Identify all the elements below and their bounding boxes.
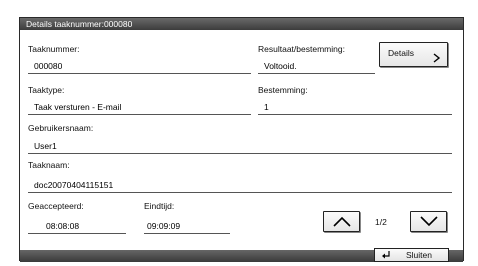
- close-button-label: Sluiten: [406, 250, 432, 260]
- chevron-up-icon: [332, 216, 351, 227]
- end-time-underline: [144, 233, 230, 234]
- user-name-value: User1: [34, 141, 57, 151]
- user-name-label: Gebruikersnaam:: [28, 123, 94, 133]
- page-up-button[interactable]: [323, 211, 360, 232]
- destination-underline: [258, 114, 452, 115]
- page-indicator: 1/2: [375, 217, 387, 227]
- details-button[interactable]: Details: [379, 42, 448, 67]
- result-label: Resultaat/bestemming:: [258, 44, 345, 54]
- job-number-label: Taaknummer:: [28, 44, 80, 54]
- close-button[interactable]: Sluiten: [374, 248, 449, 262]
- details-button-label: Details: [388, 48, 414, 58]
- job-name-underline: [28, 192, 452, 193]
- dialog-title: Details taaknummer:000080: [20, 18, 463, 30]
- job-number-underline: [28, 73, 251, 74]
- chevron-right-icon: [433, 53, 441, 63]
- job-type-label: Taaktype:: [28, 85, 65, 95]
- end-time-label: Eindtijd:: [144, 201, 175, 211]
- return-arrow-icon: [382, 251, 390, 259]
- accepted-underline: [28, 233, 126, 234]
- destination-value: 1: [264, 102, 269, 112]
- result-underline: [258, 73, 375, 74]
- destination-label: Bestemming:: [258, 85, 308, 95]
- user-name-underline: [28, 153, 452, 154]
- job-name-value: doc20070404115151: [34, 180, 114, 190]
- result-value: Voltooid.: [264, 61, 297, 71]
- job-number-value: 000080: [34, 61, 63, 71]
- job-type-underline: [28, 114, 251, 115]
- job-name-label: Taaknaam:: [28, 160, 70, 170]
- accepted-label: Geaccepteerd:: [28, 201, 84, 211]
- chevron-down-icon: [419, 216, 438, 227]
- accepted-value: 08:08:08: [46, 221, 80, 231]
- job-type-value: Taak versturen - E-mail: [34, 102, 122, 112]
- end-time-value: 09:09:09: [147, 221, 181, 231]
- job-details-dialog: Details taaknummer:000080 Taaknummer: 00…: [19, 17, 464, 262]
- page-down-button[interactable]: [410, 211, 447, 232]
